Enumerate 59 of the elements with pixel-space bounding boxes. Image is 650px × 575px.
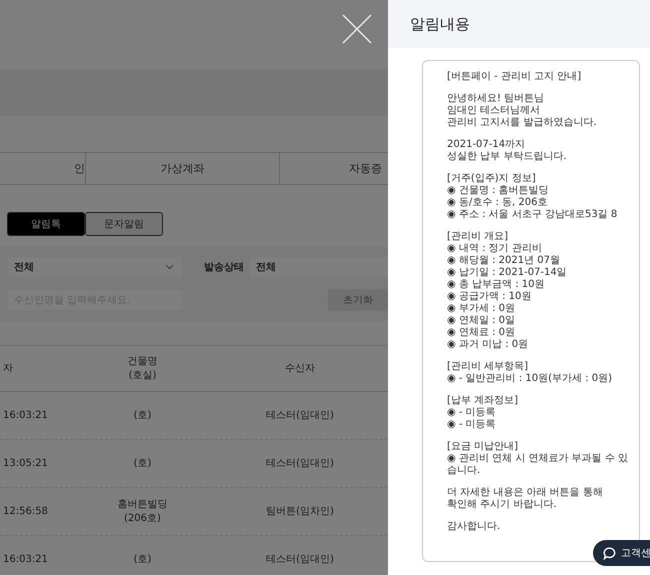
message-line: ◉ 납기일 : 2021-07-14일: [447, 267, 568, 279]
table-cell-text: 팀버튼(임차인): [265, 504, 335, 518]
message-line: ◉ 건물명 : 홈버튼빌딩: [447, 185, 550, 197]
message-line: [관리비 개요]: [447, 231, 509, 243]
message-line: 2021-07-14까지: [447, 139, 526, 151]
message-line: ◉ - 미등록: [447, 419, 497, 431]
drawer-title: 알림내용: [410, 14, 470, 34]
message-line: [납부 계좌정보]: [447, 395, 519, 407]
type-select[interactable]: 전체: [8, 257, 182, 277]
message-line: 더 자세한 내용은 아래 버튼을 통해: [447, 487, 604, 499]
message-line: ◉ 주소 : 서울 서초구 강남대로53길 8: [447, 209, 618, 221]
message-line: 확인해 주시기 바랍니다.: [447, 499, 558, 511]
reset-button[interactable]: 초기화: [328, 289, 388, 311]
table-cell-text: 13:05:21: [2, 456, 49, 470]
message-line: ◉ 내역 : 정기 관리비: [447, 243, 543, 255]
table-cell-text: (호): [132, 408, 152, 422]
column-header: 수신자: [284, 362, 316, 376]
message-line: 감사합니다.: [447, 521, 502, 533]
message-line: [요금 미납안내]: [447, 441, 519, 453]
page-tab[interactable]: 가상계좌: [86, 153, 280, 184]
table-cell-text: (호): [132, 456, 152, 470]
table-cell-text: 테스터(임대인): [265, 408, 335, 422]
table-cell-text: 16:03:21: [2, 408, 49, 422]
message-line: ◉ 동/호수 : 동, 206호: [447, 197, 548, 209]
chat-bubble-icon: [603, 546, 616, 560]
message-line: ◉ 총 납부금액 : 10원: [447, 279, 546, 291]
message-line: 관리비 고지서를 발급하였습니다.: [447, 117, 598, 129]
close-icon[interactable]: [341, 13, 373, 45]
status-select[interactable]: 전체: [250, 257, 388, 277]
table-cell-text: (호): [132, 552, 152, 566]
message-line: 성실한 납부 부탁드립니다.: [447, 151, 568, 163]
message-line: [버튼페이 - 관리비 고지 안내]: [447, 71, 582, 83]
message-line: ◉ 연체일 : 0일: [447, 315, 516, 327]
column-header: 건물명 (호실): [126, 355, 158, 382]
page-tab[interactable]: 자동증: [280, 153, 388, 184]
page-tab[interactable]: 인: [0, 153, 86, 184]
message-line: [거주(입주)지 정보]: [447, 173, 537, 185]
status-label: 발송상태: [204, 261, 244, 274]
chevron-down-icon: [165, 264, 174, 270]
message-line: [관리비 세부항목]: [447, 361, 529, 373]
toggle-button[interactable]: 문자알림: [85, 212, 163, 236]
table-cell-text: 12:56:58: [2, 504, 49, 518]
table-cell-text: 홈버튼빌딩 (206호): [116, 498, 168, 525]
message-line: ◉ 공급가액 : 10원: [447, 291, 532, 303]
table-cell-text: 테스터(임대인): [265, 552, 335, 566]
message-line: ◉ 연체료 : 0원: [447, 327, 516, 339]
message-line: ◉ 관리비 연체 시 연체료가 부과될 수 있습니다.: [447, 453, 629, 477]
message-line: 안녕하세요! 팀버튼님: [447, 93, 546, 105]
toggle-button[interactable]: 알림톡: [7, 212, 85, 236]
message-line: ◉ 과거 미납 : 0원: [447, 339, 530, 351]
table-cell-text: 테스터(임대인): [265, 456, 335, 470]
table-cell-text: 16:03:21: [2, 552, 49, 566]
customer-center-button[interactable]: 고객센: [593, 540, 650, 566]
message-line: ◉ - 일반관리비 : 10원(부가세 : 0원): [447, 373, 614, 385]
message-line: ◉ 해당월 : 2021년 07월: [447, 255, 561, 267]
message-line: 임대인 테스터님께서: [447, 105, 542, 117]
column-header: 자: [2, 362, 14, 376]
message-line: ◉ - 미등록: [447, 407, 497, 419]
message-line: ◉ 부가세 : 0원: [447, 303, 516, 315]
